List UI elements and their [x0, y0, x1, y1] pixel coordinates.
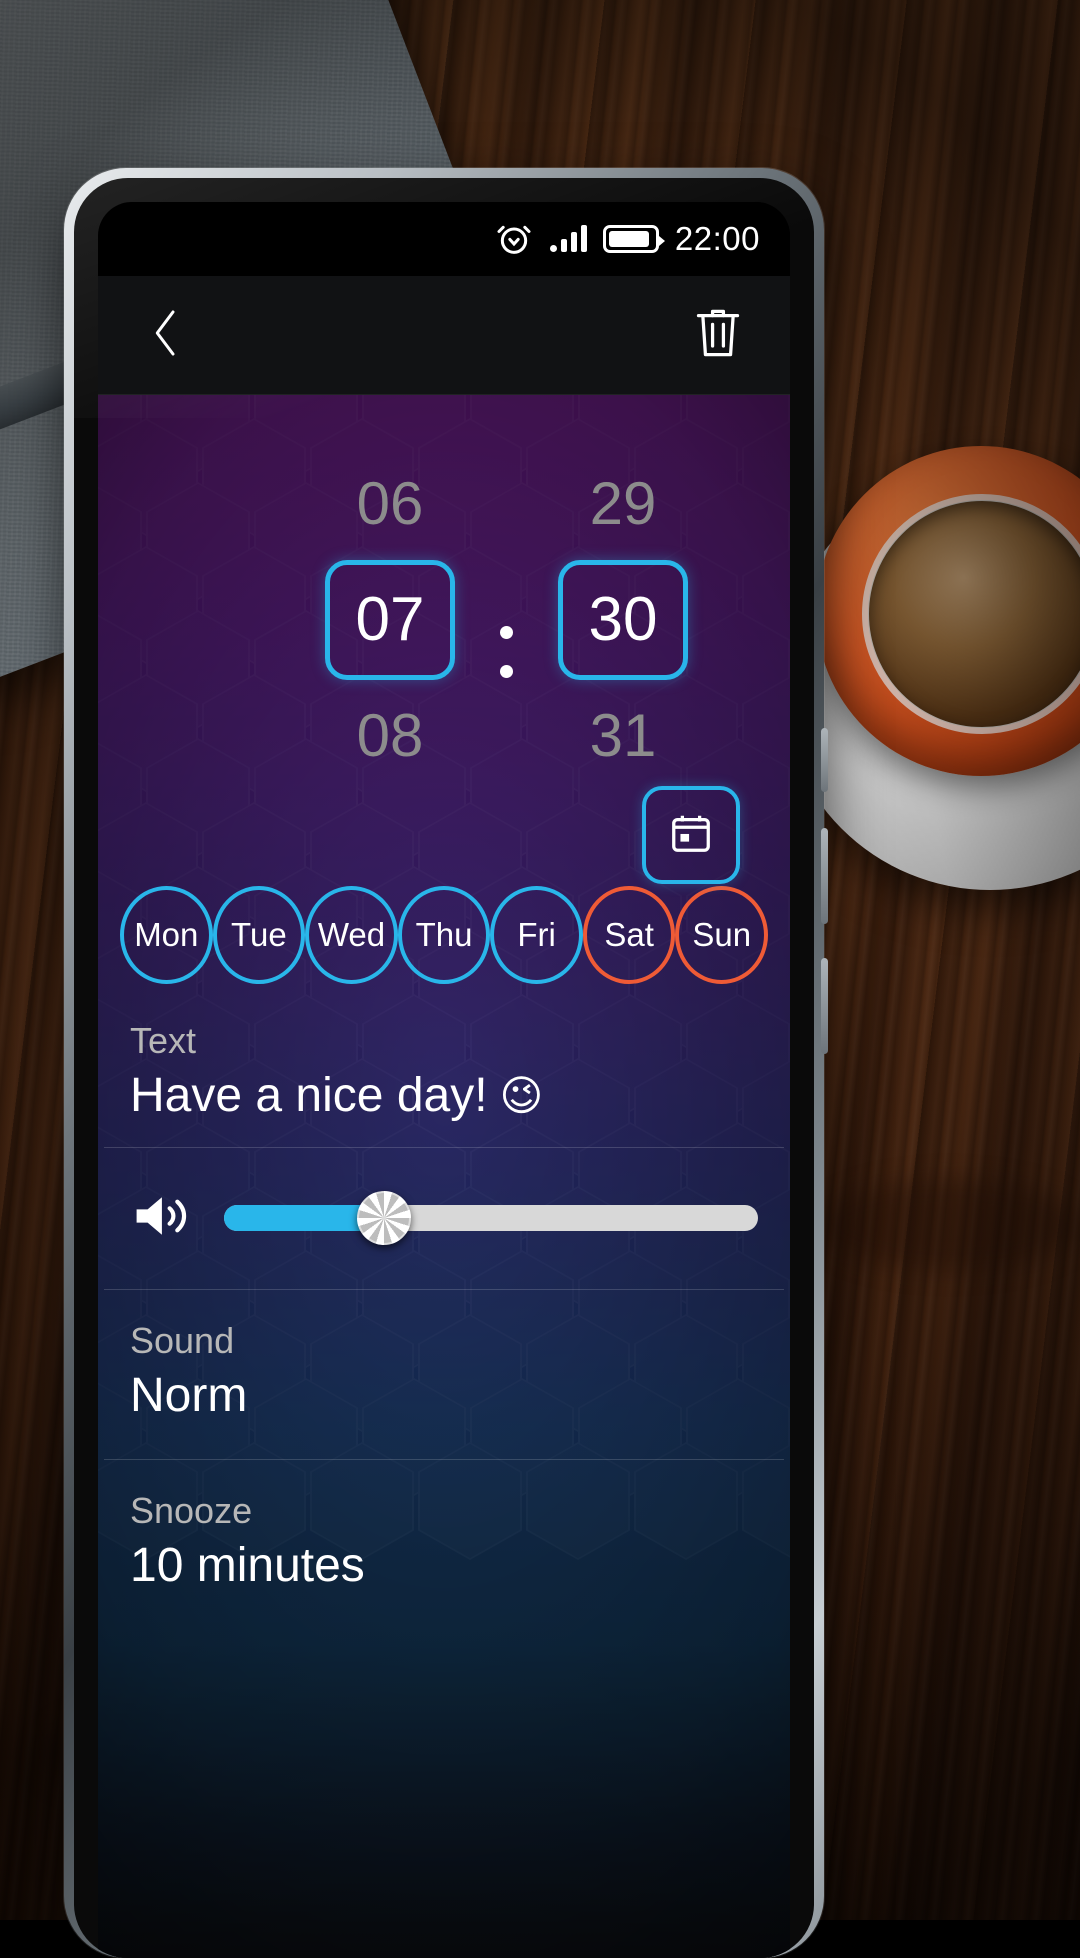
speaker-volume-icon[interactable] — [130, 1188, 196, 1249]
hour-next[interactable]: 08 — [295, 706, 485, 766]
hour-selected: 07 — [355, 585, 425, 654]
back-chevron-icon[interactable] — [144, 305, 188, 366]
weekday-sat[interactable]: Sat — [582, 886, 676, 984]
weekday-label: Sun — [692, 916, 752, 953]
hour-previous[interactable]: 06 — [295, 474, 485, 534]
alarm-message: Have a nice day! — [130, 1069, 488, 1123]
phone-bezel: 22:00 06 07 08 29 30 31 Mon Tue Wed Thu … — [74, 178, 814, 1958]
weekday-label: Fri — [517, 916, 556, 953]
time-picker: 06 07 08 29 30 31 — [98, 394, 790, 884]
weekday-wed[interactable]: Wed — [305, 886, 398, 984]
minute-selected-box[interactable]: 30 — [558, 560, 688, 680]
weekday-label: Tue — [231, 916, 287, 953]
time-separator — [500, 626, 513, 704]
weekday-label: Wed — [317, 916, 386, 953]
phone-device: 22:00 06 07 08 29 30 31 Mon Tue Wed Thu … — [64, 168, 828, 1958]
volume-down-button[interactable] — [821, 958, 828, 1054]
weekday-label: Sat — [604, 916, 654, 953]
weekday-fri[interactable]: Fri — [490, 886, 583, 984]
alarm-text-section[interactable]: Text Have a nice day! 😉 — [98, 984, 790, 1147]
power-button[interactable] — [821, 728, 828, 792]
weekday-label: Thu — [415, 916, 473, 953]
weekday-sun[interactable]: Sun — [675, 886, 769, 984]
trash-icon[interactable] — [692, 304, 744, 367]
weekday-tue[interactable]: Tue — [212, 886, 306, 984]
weekday-mon[interactable]: Mon — [120, 886, 213, 984]
sound-value: Norm — [130, 1369, 248, 1423]
volume-slider-track[interactable] — [224, 1191, 758, 1246]
snooze-value: 10 minutes — [130, 1539, 365, 1593]
sound-section[interactable]: Sound Norm — [98, 1290, 790, 1459]
text-value-row: Have a nice day! 😉 — [130, 1067, 758, 1125]
volume-row[interactable] — [98, 1148, 790, 1289]
minute-next[interactable]: 31 — [528, 706, 718, 766]
calendar-icon — [668, 810, 714, 861]
signal-bars-icon — [549, 225, 587, 252]
hour-picker[interactable]: 06 07 08 — [295, 394, 485, 766]
winking-face-emoji: 😉 — [499, 1071, 544, 1119]
snooze-section[interactable]: Snooze 10 minutes — [98, 1460, 790, 1629]
status-bar: 22:00 — [98, 202, 790, 276]
phone-screen: 22:00 06 07 08 29 30 31 Mon Tue Wed Thu … — [98, 202, 790, 1958]
minute-previous[interactable]: 29 — [528, 474, 718, 534]
minute-picker[interactable]: 29 30 31 — [528, 394, 718, 766]
text-label: Text — [130, 1020, 197, 1061]
hour-selected-box[interactable]: 07 — [325, 560, 455, 680]
alarm-editor-content: 06 07 08 29 30 31 Mon Tue Wed Thu Fri Sa… — [98, 394, 790, 1958]
volume-up-button[interactable] — [821, 828, 828, 924]
weekday-selector: Mon Tue Wed Thu Fri Sat Sun — [98, 886, 790, 984]
sound-label: Sound — [130, 1319, 235, 1361]
status-bar-clock: 22:00 — [674, 220, 760, 257]
weekday-label: Mon — [134, 916, 199, 953]
minute-selected: 30 — [588, 585, 658, 654]
alarm-clock-icon — [494, 219, 534, 259]
volume-slider-knob[interactable] — [357, 1191, 412, 1246]
snooze-label: Snooze — [130, 1489, 253, 1531]
weekday-thu[interactable]: Thu — [397, 886, 491, 984]
app-toolbar — [98, 276, 790, 395]
battery-icon — [602, 225, 665, 253]
calendar-button[interactable] — [642, 786, 740, 884]
